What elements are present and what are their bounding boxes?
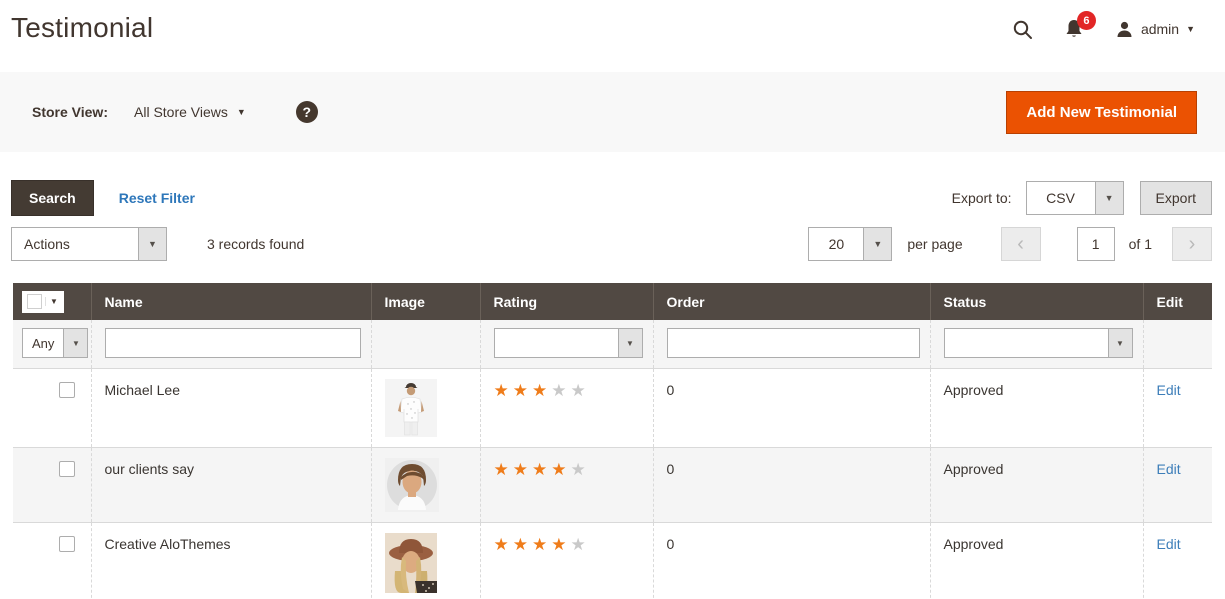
rating-filter-select[interactable]: ▼ — [494, 328, 643, 358]
edit-filter-cell — [1143, 320, 1212, 369]
row-checkbox[interactable] — [59, 461, 75, 477]
rating-stars: ★★★★★ — [494, 460, 590, 479]
testimonial-admin-page: Testimonial 6 admin ▼ Store View: All St… — [0, 0, 1225, 599]
column-header-rating[interactable]: Rating — [480, 283, 653, 320]
young-man-portrait-circle-photo — [385, 458, 439, 512]
image-filter-cell — [371, 320, 480, 369]
records-found-label: 3 records found — [207, 236, 304, 252]
status-badge: Approved — [930, 369, 1143, 448]
chevron-down-icon: ▼ — [1186, 25, 1195, 34]
mass-actions-select[interactable]: Actions ▼ — [11, 227, 167, 261]
row-checkbox[interactable] — [59, 382, 75, 398]
search-export-toolbar: Search Reset Filter Export to: CSV ▼ Exp… — [0, 180, 1225, 216]
column-header-name[interactable]: Name — [91, 283, 371, 320]
search-button[interactable]: Search — [11, 180, 94, 216]
notifications-bell-icon[interactable]: 6 — [1063, 18, 1085, 40]
testimonial-name: Michael Lee — [91, 369, 371, 448]
mass-actions-value: Actions — [12, 228, 138, 260]
page-header: Testimonial 6 admin ▼ — [0, 0, 1225, 70]
export-to-label: Export to: — [952, 190, 1012, 206]
export-format-select[interactable]: CSV ▼ — [1026, 181, 1124, 215]
edit-link[interactable]: Edit — [1157, 536, 1181, 552]
grid-controls-toolbar: Actions ▼ 3 records found 20 ▼ per page … — [0, 226, 1225, 262]
any-filter-select[interactable]: Any ▼ — [22, 328, 88, 358]
notification-count-badge[interactable]: 6 — [1077, 11, 1096, 30]
current-page-input[interactable] — [1077, 227, 1115, 261]
admin-user-label: admin — [1141, 21, 1179, 37]
status-filter-select[interactable]: ▼ — [944, 328, 1133, 358]
admin-user-menu[interactable]: admin ▼ — [1115, 20, 1195, 39]
header-actions: 6 admin ▼ — [1012, 12, 1195, 40]
testimonial-order: 0 — [653, 369, 930, 448]
column-header-edit[interactable]: Edit — [1143, 283, 1212, 320]
previous-page-button[interactable]: ‹ — [1001, 227, 1041, 261]
status-badge: Approved — [930, 523, 1143, 599]
search-icon[interactable] — [1012, 19, 1033, 40]
column-header-image[interactable]: Image — [371, 283, 480, 320]
any-filter-value: Any — [23, 329, 63, 357]
page-title: Testimonial — [11, 12, 153, 44]
export-button[interactable]: Export — [1140, 181, 1212, 215]
person-icon — [1115, 20, 1134, 39]
grid-filter-row: Any ▼ ▼ ▼ — [13, 320, 1212, 369]
edit-link[interactable]: Edit — [1157, 382, 1181, 398]
rating-stars: ★★★★★ — [494, 535, 590, 554]
table-row: Michael Lee ★★★★★ — [13, 369, 1212, 448]
testimonial-order: 0 — [653, 523, 930, 599]
name-filter-input[interactable] — [105, 328, 361, 358]
reset-filter-link[interactable]: Reset Filter — [119, 190, 195, 206]
chevron-down-icon[interactable]: ▼ — [45, 297, 62, 306]
column-header-order[interactable]: Order — [653, 283, 930, 320]
testimonial-order: 0 — [653, 448, 930, 523]
store-view-label: Store View: — [32, 104, 108, 120]
chevron-down-icon[interactable]: ▼ — [63, 329, 87, 357]
testimonial-grid: ▼ Name Image Rating Order Status Edit An… — [13, 283, 1212, 599]
select-all-dropdown[interactable]: ▼ — [22, 291, 64, 313]
select-all-checkbox[interactable] — [27, 294, 42, 309]
export-format-value: CSV — [1027, 182, 1095, 214]
help-icon[interactable]: ? — [296, 101, 318, 123]
rating-stars: ★★★★★ — [494, 381, 590, 400]
testimonial-name: Creative AloThemes — [91, 523, 371, 599]
per-page-select[interactable]: 20 ▼ — [808, 227, 892, 261]
chevron-down-icon[interactable]: ▼ — [1108, 329, 1132, 357]
status-badge: Approved — [930, 448, 1143, 523]
blonde-woman-brown-hat-photo — [385, 533, 437, 593]
add-new-testimonial-button[interactable]: Add New Testimonial — [1006, 91, 1197, 134]
store-view-selector[interactable]: All Store Views ▼ — [134, 104, 246, 120]
chevron-down-icon[interactable]: ▼ — [863, 228, 891, 260]
chevron-down-icon[interactable]: ▼ — [1095, 182, 1123, 214]
table-row: Creative AloThemes — [13, 523, 1212, 599]
chevron-down-icon[interactable]: ▼ — [138, 228, 166, 260]
column-header-status[interactable]: Status — [930, 283, 1143, 320]
edit-link[interactable]: Edit — [1157, 461, 1181, 477]
testimonial-name: our clients say — [91, 448, 371, 523]
table-row: our clients say ★★★★★ 0 Approved Edit — [13, 448, 1212, 523]
man-in-cap-white-tshirt-photo — [385, 379, 437, 437]
select-all-header: ▼ — [13, 283, 91, 320]
chevron-down-icon: ▼ — [237, 108, 246, 117]
store-view-bar: Store View: All Store Views ▼ ? Add New … — [0, 72, 1225, 152]
order-filter-input[interactable] — [667, 328, 920, 358]
chevron-down-icon[interactable]: ▼ — [618, 329, 642, 357]
store-view-selected-value: All Store Views — [134, 104, 228, 120]
row-checkbox[interactable] — [59, 536, 75, 552]
grid-header-row: ▼ Name Image Rating Order Status Edit — [13, 283, 1212, 320]
next-page-button[interactable]: › — [1172, 227, 1212, 261]
total-pages-label: of 1 — [1129, 236, 1152, 252]
per-page-value: 20 — [809, 228, 863, 260]
per-page-label: per page — [907, 236, 962, 252]
